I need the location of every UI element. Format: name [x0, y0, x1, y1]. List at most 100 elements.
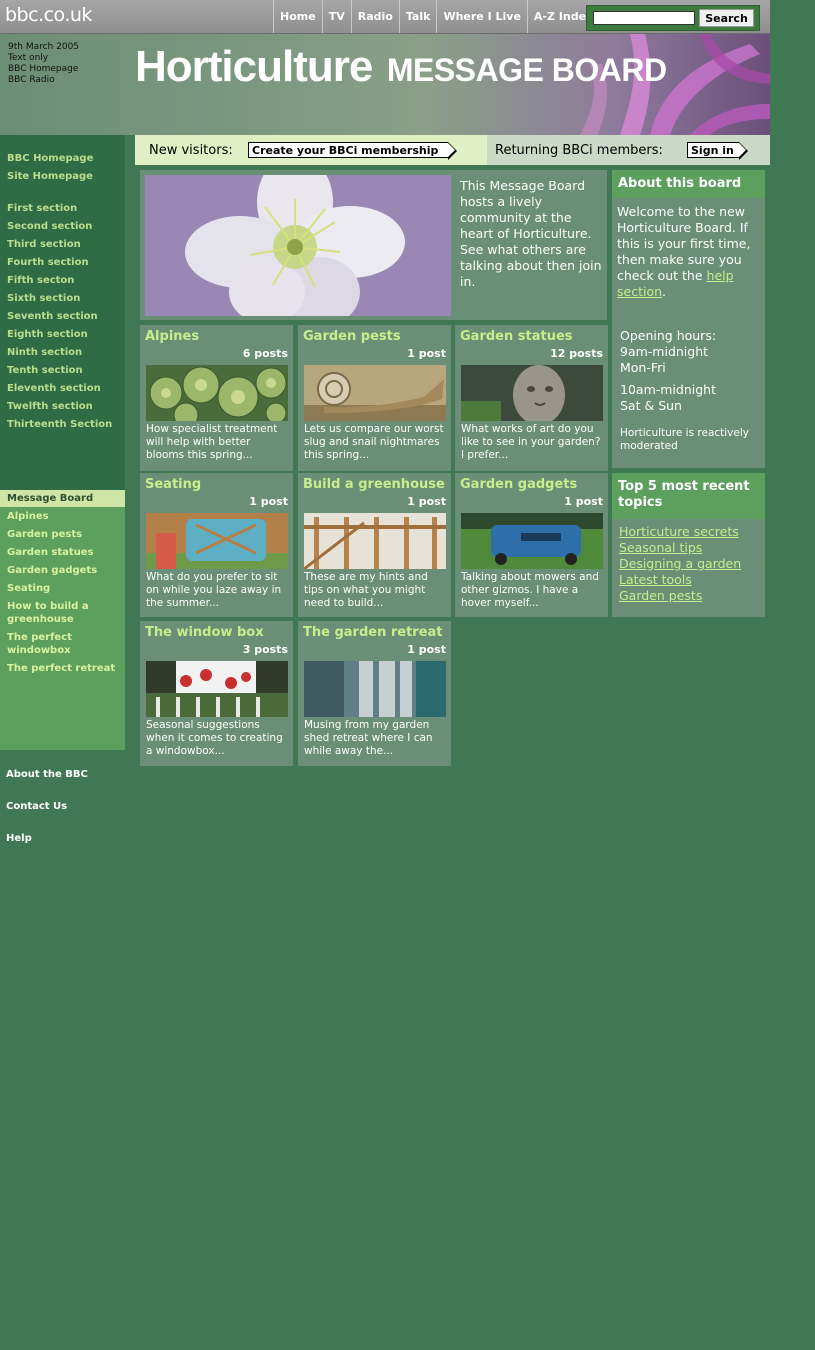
- sidebar-item-garden-gadgets[interactable]: Garden gadgets: [7, 564, 97, 577]
- sidebar-item-message-board[interactable]: Message Board: [0, 490, 125, 507]
- banner-date: 9th March 2005: [8, 42, 80, 52]
- sidebar-item-section-5[interactable]: Fifth secton: [7, 274, 74, 287]
- weekday-days: Mon-Fri: [620, 360, 666, 375]
- top5-list: Horticuture secrets Seasonal tips Design…: [619, 524, 741, 604]
- weekend-hours: 10am-midnight: [620, 382, 716, 397]
- sidebar-item-retreat[interactable]: The perfect retreat: [7, 662, 115, 675]
- nav-tv[interactable]: TV: [321, 0, 351, 33]
- top5-topic-link[interactable]: Designing a garden: [619, 556, 741, 572]
- global-nav: Home TV Radio Talk Where I Live A-Z Inde…: [273, 0, 599, 33]
- footer-help[interactable]: Help: [6, 833, 32, 844]
- new-visitors-bar: New visitors: Create your BBCi membershi…: [135, 135, 487, 165]
- top5-heading: Top 5 most recent topics: [612, 473, 765, 519]
- banner: 9th March 2005 Text only BBC Homepage BB…: [0, 34, 770, 135]
- statue-image[interactable]: [461, 365, 603, 421]
- weekday-hours: 9am-midnight: [620, 344, 709, 359]
- sign-in-button[interactable]: Sign in: [687, 142, 748, 160]
- top5-panel: Top 5 most recent topics Horticuture sec…: [612, 473, 765, 617]
- window-box-image[interactable]: [146, 661, 288, 717]
- sidebar-item-section-9[interactable]: Ninth section: [7, 346, 82, 359]
- sidebar-item-section-2[interactable]: Second section: [7, 220, 92, 233]
- top5-topic-link[interactable]: Seasonal tips: [619, 540, 741, 556]
- topic-card-description: What do you prefer to sit on while you l…: [146, 571, 282, 609]
- topic-card[interactable]: Garden pests 1 post Lets us compare our …: [298, 325, 451, 471]
- topic-card-title[interactable]: Garden pests: [303, 329, 401, 344]
- succulent-image[interactable]: [146, 365, 288, 421]
- bbc-homepage-link[interactable]: BBC Homepage: [8, 64, 79, 75]
- topic-card-description: Lets us compare our worst slug and snail…: [304, 423, 444, 461]
- top5-topic-link[interactable]: Horticuture secrets: [619, 524, 741, 540]
- sidebar-item-garden-pests[interactable]: Garden pests: [7, 528, 82, 541]
- text-only-link[interactable]: Text only: [8, 53, 79, 64]
- sidebar-item-section-8[interactable]: Eighth section: [7, 328, 88, 341]
- sidebar-item-seating[interactable]: Seating: [7, 582, 50, 595]
- top5-topic-link[interactable]: Latest tools: [619, 572, 741, 588]
- sidebar-item-alpines[interactable]: Alpines: [7, 510, 49, 523]
- topic-card[interactable]: Seating 1 post What do you prefer to sit…: [140, 473, 293, 617]
- topic-card[interactable]: Garden statues 12 posts What works of ar…: [455, 325, 608, 471]
- topic-card[interactable]: The window box 3 posts Seasonal suggesti…: [140, 621, 293, 766]
- lawnmower-image[interactable]: [461, 513, 603, 569]
- footer-contact-us[interactable]: Contact Us: [6, 801, 67, 812]
- greenhouse-frame-image[interactable]: [304, 513, 446, 569]
- sidebar-item-greenhouse[interactable]: How to build a greenhouse: [7, 600, 107, 626]
- topic-card-title[interactable]: The window box: [145, 625, 264, 640]
- footer-about-bbc[interactable]: About the BBC: [6, 769, 88, 780]
- topic-card-title[interactable]: Garden gadgets: [460, 477, 577, 492]
- top5-topic-link[interactable]: Garden pests: [619, 588, 741, 604]
- returning-members-bar: Returning BBCi members: Sign in: [487, 135, 770, 165]
- topic-card[interactable]: Build a greenhouse 1 post These are my h…: [298, 473, 451, 617]
- sidebar-item-section-10[interactable]: Tenth section: [7, 364, 83, 377]
- sidebar-item-section-3[interactable]: Third section: [7, 238, 81, 251]
- topic-card-post-count: 6 posts: [242, 347, 288, 360]
- topic-card[interactable]: The garden retreat 1 post Musing from my…: [298, 621, 451, 766]
- topic-card-description: These are my hints and tips on what you …: [304, 571, 428, 609]
- topic-card-title[interactable]: The garden retreat: [303, 625, 443, 640]
- topic-card-title[interactable]: Alpines: [145, 329, 199, 344]
- sidebar-item-section-7[interactable]: Seventh section: [7, 310, 98, 323]
- snail-image[interactable]: [304, 365, 446, 421]
- search-input[interactable]: [593, 11, 695, 25]
- topic-card-description: Talking about mowers and other gizmos. I…: [461, 571, 599, 609]
- top-bar: bbc.co.uk Home TV Radio Talk Where I Liv…: [0, 0, 770, 34]
- nav-where-i-live[interactable]: Where I Live: [436, 0, 526, 33]
- nav-talk[interactable]: Talk: [398, 0, 437, 33]
- sidebar-item-site-homepage[interactable]: Site Homepage: [7, 170, 93, 183]
- bbc-radio-link[interactable]: BBC Radio: [8, 75, 79, 86]
- bbc-logo[interactable]: bbc.co.uk: [5, 4, 92, 26]
- page-title-sub: MESSAGE BOARD: [386, 52, 667, 88]
- nav-home[interactable]: Home: [273, 0, 322, 33]
- sidebar-item-section-13[interactable]: Thirteenth Section: [7, 418, 112, 431]
- sidebar-item-section-11[interactable]: Eleventh section: [7, 382, 101, 395]
- sidebar-item-garden-statues[interactable]: Garden statues: [7, 546, 94, 559]
- shed-image[interactable]: [304, 661, 446, 717]
- topic-card[interactable]: Alpines 6 posts How specialist treatment…: [140, 325, 293, 471]
- topic-card[interactable]: Garden gadgets 1 post Talking about mowe…: [455, 473, 608, 617]
- about-panel: About this board Welcome to the new Hort…: [612, 170, 765, 468]
- topic-card-post-count: 1 post: [407, 347, 446, 360]
- sidebar-item-section-4[interactable]: Fourth section: [7, 256, 89, 269]
- topic-card-title[interactable]: Garden statues: [460, 329, 573, 344]
- topic-card-title[interactable]: Build a greenhouse: [303, 477, 445, 492]
- sidebar-item-section-6[interactable]: Sixth section: [7, 292, 80, 305]
- sidebar-item-section-1[interactable]: First section: [7, 202, 77, 215]
- moderation-note: Horticulture is reactively moderated: [620, 427, 749, 452]
- new-visitors-label: New visitors:: [149, 143, 233, 158]
- topic-card-title[interactable]: Seating: [145, 477, 201, 492]
- sidebar-board-links: Alpines Garden pests Garden statues Gard…: [0, 490, 125, 750]
- nav-radio[interactable]: Radio: [350, 0, 399, 33]
- sidebar-item-section-12[interactable]: Twelfth section: [7, 400, 93, 413]
- banner-info: 9th March 2005 Text only BBC Homepage BB…: [8, 42, 79, 86]
- topic-card-description: What works of art do you like to see in …: [461, 423, 601, 461]
- topic-card-post-count: 12 posts: [550, 347, 603, 360]
- sidebar-item-bbc-homepage[interactable]: BBC Homepage: [7, 152, 93, 165]
- search-box: Search: [586, 5, 760, 31]
- sidebar-item-windowbox[interactable]: The perfect windowbox: [7, 631, 97, 657]
- columbine-flower-image: [145, 175, 451, 316]
- search-button[interactable]: Search: [699, 9, 754, 27]
- weekend-days: Sat & Sun: [620, 398, 682, 413]
- create-membership-button[interactable]: Create your BBCi membership: [248, 142, 457, 160]
- bench-image[interactable]: [146, 513, 288, 569]
- intro-text: This Message Board hosts a lively commun…: [460, 178, 602, 289]
- topic-card-post-count: 1 post: [249, 495, 288, 508]
